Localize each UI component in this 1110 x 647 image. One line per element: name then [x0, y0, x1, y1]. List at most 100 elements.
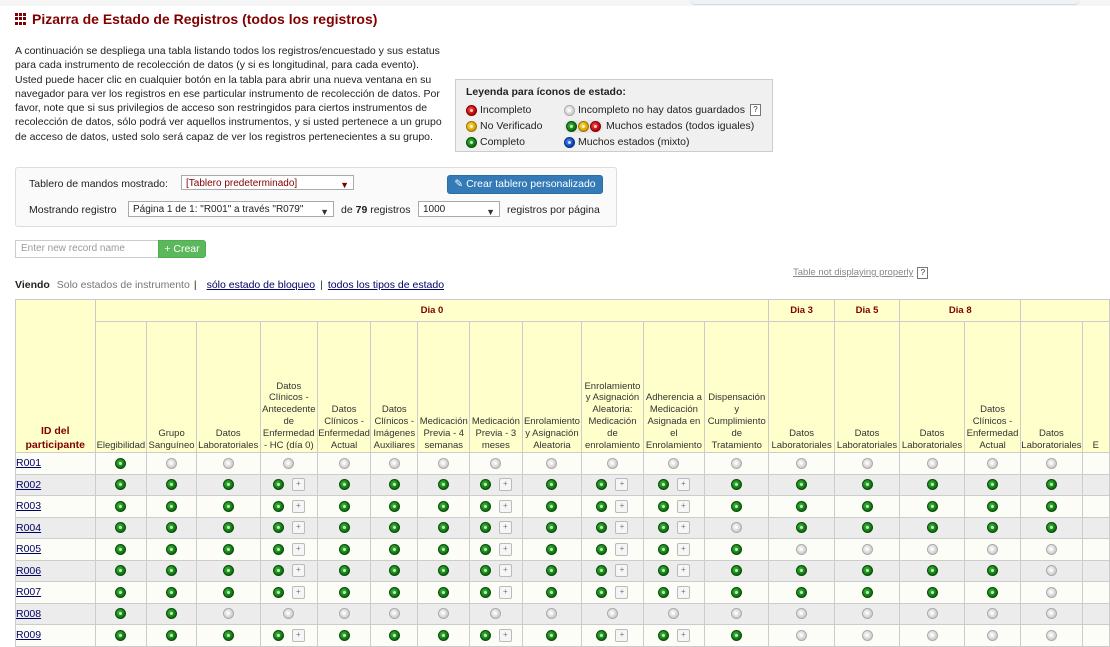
gray-circle-icon[interactable]: [668, 608, 680, 620]
green-circle-icon[interactable]: [657, 629, 669, 641]
green-circle-icon[interactable]: [546, 586, 558, 598]
green-circle-icon[interactable]: [338, 543, 350, 555]
gray-circle-icon[interactable]: [338, 457, 350, 469]
green-circle-icon[interactable]: [987, 586, 999, 598]
add-instance-icon[interactable]: +: [615, 521, 629, 535]
green-circle-icon[interactable]: [388, 543, 400, 555]
gray-circle-icon[interactable]: [796, 608, 808, 620]
record-link[interactable]: R001: [16, 457, 41, 469]
new-record-input[interactable]: Enter new record name: [15, 240, 159, 258]
gray-circle-icon[interactable]: [438, 608, 450, 620]
green-circle-icon[interactable]: [166, 629, 178, 641]
green-circle-icon[interactable]: [657, 500, 669, 512]
green-circle-icon[interactable]: [338, 586, 350, 598]
green-circle-icon[interactable]: [926, 586, 938, 598]
record-link[interactable]: R005: [16, 543, 41, 555]
add-instance-icon[interactable]: +: [615, 542, 629, 556]
gray-circle-icon[interactable]: [926, 457, 938, 469]
add-instance-icon[interactable]: +: [615, 564, 629, 578]
status-table-container[interactable]: ID del participante Dia 0 Dia 3 Dia 5 Di…: [15, 299, 1110, 647]
add-instance-icon[interactable]: +: [498, 542, 512, 556]
green-circle-icon[interactable]: [166, 565, 178, 577]
gray-circle-icon[interactable]: [1045, 543, 1057, 555]
green-circle-icon[interactable]: [166, 586, 178, 598]
gray-circle-icon[interactable]: [1045, 457, 1057, 469]
add-instance-icon[interactable]: +: [498, 628, 512, 642]
green-circle-icon[interactable]: [596, 586, 608, 598]
gray-circle-icon[interactable]: [987, 457, 999, 469]
add-instance-icon[interactable]: +: [291, 628, 305, 642]
green-circle-icon[interactable]: [479, 522, 491, 534]
green-circle-icon[interactable]: [731, 500, 743, 512]
gray-circle-icon[interactable]: [796, 543, 808, 555]
green-circle-icon[interactable]: [166, 543, 178, 555]
green-circle-icon[interactable]: [479, 500, 491, 512]
green-circle-icon[interactable]: [796, 522, 808, 534]
green-circle-icon[interactable]: [796, 586, 808, 598]
gray-circle-icon[interactable]: [926, 543, 938, 555]
gray-circle-icon[interactable]: [731, 457, 743, 469]
green-circle-icon[interactable]: [657, 586, 669, 598]
green-circle-icon[interactable]: [861, 479, 873, 491]
add-instance-icon[interactable]: +: [676, 521, 690, 535]
green-circle-icon[interactable]: [438, 586, 450, 598]
green-circle-icon[interactable]: [596, 629, 608, 641]
add-instance-icon[interactable]: +: [498, 499, 512, 513]
green-circle-icon[interactable]: [657, 522, 669, 534]
green-circle-icon[interactable]: [272, 629, 284, 641]
green-circle-icon[interactable]: [272, 543, 284, 555]
green-circle-icon[interactable]: [115, 543, 127, 555]
green-circle-icon[interactable]: [796, 565, 808, 577]
gray-circle-icon[interactable]: [438, 457, 450, 469]
green-circle-icon[interactable]: [926, 479, 938, 491]
green-circle-icon[interactable]: [861, 500, 873, 512]
gray-circle-icon[interactable]: [166, 457, 178, 469]
green-circle-icon[interactable]: [731, 629, 743, 641]
add-instance-icon[interactable]: +: [615, 628, 629, 642]
add-instance-icon[interactable]: +: [498, 585, 512, 599]
add-instance-icon[interactable]: +: [676, 542, 690, 556]
green-circle-icon[interactable]: [222, 565, 234, 577]
gray-circle-icon[interactable]: [388, 457, 400, 469]
green-circle-icon[interactable]: [1045, 500, 1057, 512]
green-circle-icon[interactable]: [388, 586, 400, 598]
add-instance-icon[interactable]: +: [676, 564, 690, 578]
green-circle-icon[interactable]: [438, 565, 450, 577]
green-circle-icon[interactable]: [166, 522, 178, 534]
add-instance-icon[interactable]: +: [615, 585, 629, 599]
gray-circle-icon[interactable]: [796, 457, 808, 469]
green-circle-icon[interactable]: [222, 543, 234, 555]
gray-circle-icon[interactable]: [861, 543, 873, 555]
green-circle-icon[interactable]: [388, 522, 400, 534]
green-circle-icon[interactable]: [388, 629, 400, 641]
green-circle-icon[interactable]: [731, 479, 743, 491]
green-circle-icon[interactable]: [596, 522, 608, 534]
green-circle-icon[interactable]: [731, 565, 743, 577]
gray-circle-icon[interactable]: [1045, 608, 1057, 620]
green-circle-icon[interactable]: [987, 479, 999, 491]
green-circle-icon[interactable]: [166, 608, 178, 620]
green-circle-icon[interactable]: [388, 479, 400, 491]
green-circle-icon[interactable]: [438, 522, 450, 534]
gray-circle-icon[interactable]: [987, 629, 999, 641]
green-circle-icon[interactable]: [861, 522, 873, 534]
green-circle-icon[interactable]: [115, 500, 127, 512]
green-circle-icon[interactable]: [388, 500, 400, 512]
green-circle-icon[interactable]: [546, 500, 558, 512]
record-link[interactable]: R009: [16, 629, 41, 641]
gray-circle-icon[interactable]: [388, 608, 400, 620]
green-circle-icon[interactable]: [166, 479, 178, 491]
green-circle-icon[interactable]: [479, 565, 491, 577]
green-circle-icon[interactable]: [1045, 479, 1057, 491]
green-circle-icon[interactable]: [479, 543, 491, 555]
help-icon[interactable]: ?: [749, 104, 761, 116]
gray-circle-icon[interactable]: [926, 629, 938, 641]
add-instance-icon[interactable]: +: [291, 585, 305, 599]
view-lock-link[interactable]: sólo estado de bloqueo: [207, 279, 316, 291]
green-circle-icon[interactable]: [987, 565, 999, 577]
add-instance-icon[interactable]: +: [291, 478, 305, 492]
gray-circle-icon[interactable]: [606, 608, 618, 620]
green-circle-icon[interactable]: [438, 629, 450, 641]
add-instance-icon[interactable]: +: [291, 542, 305, 556]
gray-circle-icon[interactable]: [668, 457, 680, 469]
